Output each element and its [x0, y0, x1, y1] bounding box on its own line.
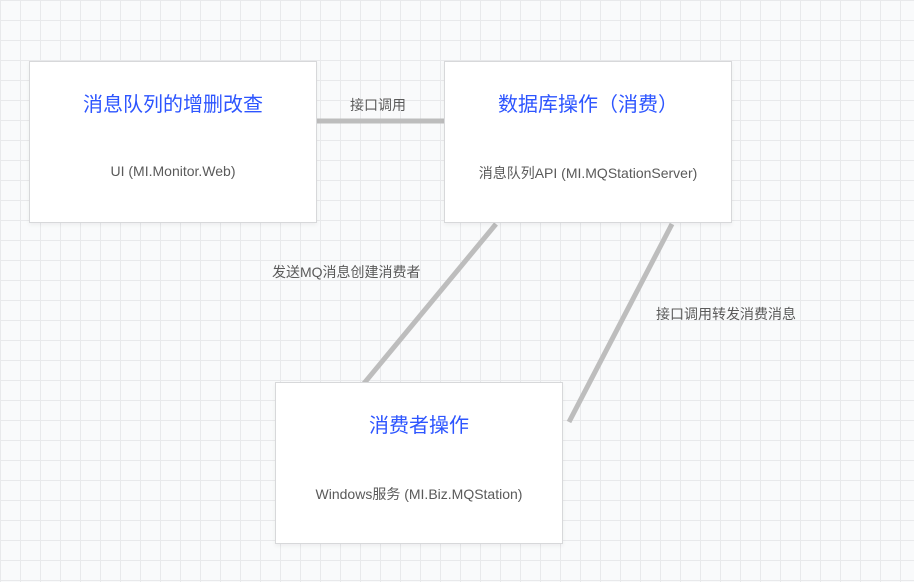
node-ui-subtitle: UI (MI.Monitor.Web) [30, 117, 316, 199]
node-consumer-title: 消费者操作 [276, 383, 562, 438]
node-ui[interactable]: 消息队列的增删改查 UI (MI.Monitor.Web) [29, 61, 317, 223]
edge-label-db-consumer-left: 发送MQ消息创建消费者 [272, 262, 421, 282]
edge-label-db-consumer-right: 接口调用转发消费消息 [656, 304, 796, 324]
edge-label-ui-db: 接口调用 [350, 95, 406, 115]
node-consumer-subtitle: Windows服务 (MI.Biz.MQStation) [276, 438, 562, 524]
node-ui-title: 消息队列的增删改查 [30, 62, 316, 117]
node-db[interactable]: 数据库操作（消费） 消息队列API (MI.MQStationServer) [444, 61, 732, 223]
node-db-subtitle: 消息队列API (MI.MQStationServer) [445, 117, 731, 203]
node-consumer[interactable]: 消费者操作 Windows服务 (MI.Biz.MQStation) [275, 382, 563, 544]
node-db-title: 数据库操作（消费） [445, 62, 731, 117]
